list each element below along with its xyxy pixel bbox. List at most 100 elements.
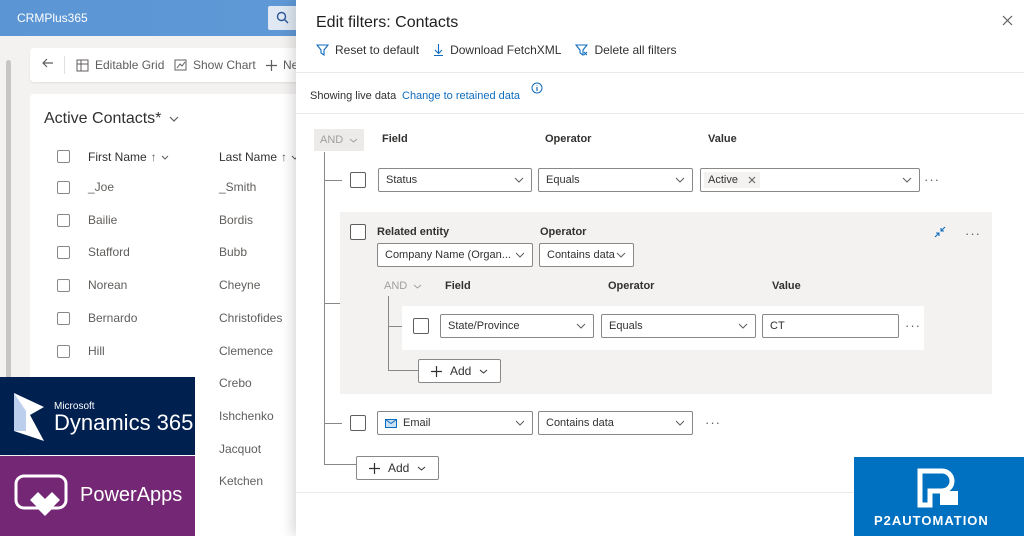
- delete-label: Delete all filters: [594, 43, 677, 57]
- group-checkbox[interactable]: [350, 224, 366, 240]
- table-row[interactable]: Stafford Bubb: [30, 237, 320, 269]
- back-button[interactable]: [42, 58, 54, 68]
- cell-last-name: Clemence: [219, 343, 274, 358]
- search-button[interactable]: [268, 6, 298, 30]
- more-options-icon[interactable]: ···: [905, 318, 921, 333]
- tree-line: [324, 152, 325, 464]
- value-input[interactable]: CT: [762, 314, 899, 338]
- plus-icon: [431, 365, 442, 377]
- row-checkbox[interactable]: [57, 246, 70, 260]
- p2-logo-icon: [917, 468, 958, 508]
- app-title: CRMPlus365: [17, 11, 88, 25]
- row-checkbox[interactable]: [57, 213, 70, 227]
- sort-ascending-icon: ↑: [150, 150, 157, 164]
- inner-row-checkbox[interactable]: [413, 318, 429, 334]
- column-header-first-name[interactable]: First Name ↑: [88, 150, 169, 164]
- table-row[interactable]: Hill Clemence: [30, 336, 320, 368]
- operator-header: Operator: [545, 133, 592, 145]
- email-field-icon: [385, 418, 397, 428]
- operator-select-contains-data[interactable]: Contains data: [538, 411, 693, 435]
- cell-last-name: Christofides: [219, 310, 283, 325]
- live-data-text: Showing live data: [310, 90, 397, 102]
- related-entity-select[interactable]: Company Name (Organ...: [377, 243, 533, 267]
- close-icon: [1002, 15, 1013, 26]
- row-checkbox[interactable]: [57, 181, 70, 194]
- related-operator-select[interactable]: Contains data: [539, 243, 634, 267]
- table-row[interactable]: Bernardo Christofides: [30, 303, 320, 335]
- logo-text: Dynamics 365: [54, 410, 194, 435]
- operator-value: Equals: [546, 174, 580, 186]
- chevron-down-icon: [902, 177, 912, 183]
- new-button[interactable]: Ne: [266, 58, 298, 72]
- remove-tag-icon[interactable]: [748, 176, 756, 184]
- table-row[interactable]: Bailie Bordis: [30, 205, 320, 237]
- command-bar: Editable Grid Show Chart Ne: [30, 48, 320, 82]
- table-row[interactable]: Norean Cheyne: [30, 270, 320, 302]
- operator-value: Contains data: [546, 417, 614, 429]
- chevron-down-icon: [675, 177, 685, 183]
- sort-ascending-icon: ↑: [281, 150, 288, 164]
- chevron-down-icon: [480, 369, 488, 374]
- row-checkbox[interactable]: [57, 344, 70, 358]
- dynamics-logo-icon: [14, 393, 44, 441]
- cell-first-name: _Joe: [88, 180, 115, 194]
- operator-value: Equals: [609, 320, 643, 332]
- close-button[interactable]: [1002, 15, 1013, 29]
- chevron-down-icon: [161, 155, 169, 160]
- and-label: AND: [384, 280, 408, 292]
- page-scrollbar[interactable]: [6, 60, 11, 380]
- download-icon: [434, 44, 444, 56]
- cell-last-name: Ishchenko: [219, 408, 274, 423]
- change-to-retained-link[interactable]: Change to retained data: [402, 90, 520, 102]
- operator-select-equals[interactable]: Equals: [538, 168, 693, 192]
- row-checkbox[interactable]: [350, 172, 366, 188]
- download-fetchxml-button[interactable]: Download FetchXML: [433, 43, 561, 57]
- select-all-checkbox[interactable]: [57, 150, 70, 163]
- value-multiselect[interactable]: Active: [700, 168, 920, 192]
- cell-last-name: Jacquot: [219, 441, 262, 456]
- entity-value: Company Name (Organ...: [385, 249, 511, 261]
- info-icon[interactable]: [531, 82, 543, 94]
- cell-first-name: Stafford: [88, 245, 130, 260]
- editable-grid-button[interactable]: Editable Grid: [76, 58, 164, 72]
- row-checkbox[interactable]: [57, 279, 70, 293]
- table-row[interactable]: _Joe _Smith: [30, 172, 320, 204]
- delete-all-filters-button[interactable]: Delete all filters: [575, 43, 676, 57]
- field-select-status[interactable]: Status: [378, 168, 532, 192]
- view-selector[interactable]: Active Contacts*: [44, 110, 179, 128]
- operator-select-equals[interactable]: Equals: [601, 314, 756, 338]
- tree-line: [324, 180, 342, 181]
- row-checkbox[interactable]: [350, 415, 366, 431]
- edit-filters-panel: Edit filters: Contacts Reset to default …: [296, 0, 1024, 536]
- powerapps-logo: PowerApps: [0, 456, 195, 536]
- chevron-down-icon: [738, 323, 748, 329]
- field-value: State/Province: [448, 320, 520, 332]
- inner-add-button[interactable]: Add: [418, 359, 502, 383]
- column-header-last-name[interactable]: Last Name ↑: [219, 150, 299, 164]
- related-entity-label: Related entity: [377, 226, 450, 238]
- chevron-down-icon: [515, 420, 525, 426]
- cell-first-name: Norean: [88, 278, 128, 293]
- editable-grid-label: Editable Grid: [95, 58, 165, 72]
- more-options-icon[interactable]: ···: [924, 172, 940, 187]
- show-chart-button[interactable]: Show Chart: [174, 58, 256, 72]
- divider: [64, 56, 65, 74]
- view-title: Active Contacts*: [44, 110, 162, 127]
- grid-icon: [76, 59, 89, 71]
- tree-line: [388, 326, 402, 327]
- more-options-icon[interactable]: ···: [705, 415, 721, 430]
- tree-line: [324, 423, 342, 424]
- group-more-options-icon[interactable]: ···: [965, 226, 981, 241]
- inner-and-operator-dropdown[interactable]: AND: [378, 275, 428, 297]
- add-button[interactable]: Add: [356, 456, 440, 480]
- operator-value: Contains data: [547, 249, 615, 261]
- inner-operator-header: Operator: [608, 280, 655, 292]
- and-operator-dropdown[interactable]: AND: [314, 129, 365, 151]
- row-checkbox[interactable]: [57, 311, 70, 325]
- reset-to-default-button[interactable]: Reset to default: [316, 43, 419, 57]
- field-select-email[interactable]: Email: [377, 411, 533, 435]
- value-tag: Active: [704, 172, 760, 188]
- collapse-icon[interactable]: [934, 226, 946, 238]
- field-select-state-province[interactable]: State/Province: [440, 314, 594, 338]
- tree-line: [324, 464, 356, 465]
